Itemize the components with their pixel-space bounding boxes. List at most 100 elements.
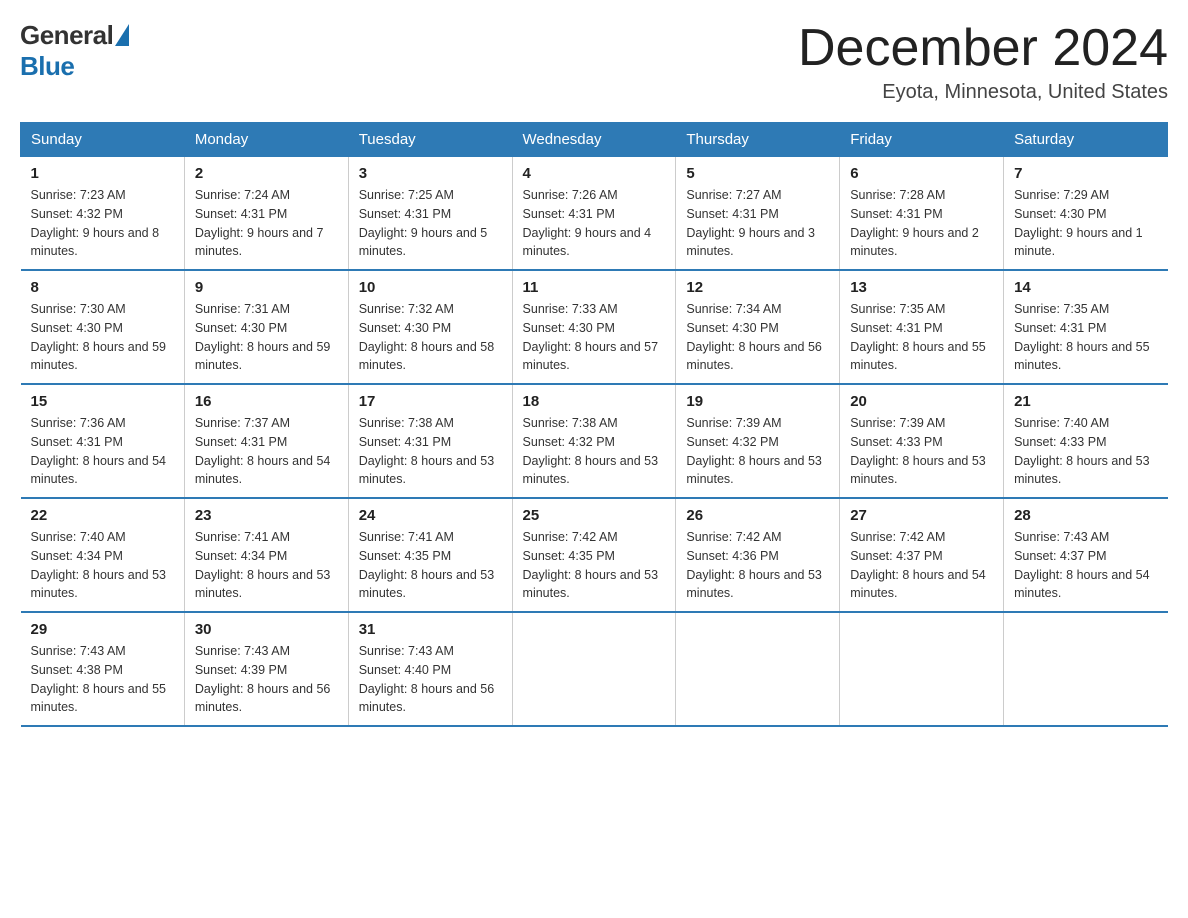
day-info: Sunrise: 7:43 AMSunset: 4:37 PMDaylight:… xyxy=(1014,530,1150,600)
calendar-cell: 20 Sunrise: 7:39 AMSunset: 4:33 PMDaylig… xyxy=(840,384,1004,498)
day-number: 7 xyxy=(1014,165,1157,182)
calendar-cell: 5 Sunrise: 7:27 AMSunset: 4:31 PMDayligh… xyxy=(676,157,840,271)
day-number: 26 xyxy=(686,507,829,524)
calendar-cell: 26 Sunrise: 7:42 AMSunset: 4:36 PMDaylig… xyxy=(676,498,840,612)
day-info: Sunrise: 7:38 AMSunset: 4:31 PMDaylight:… xyxy=(359,416,495,486)
day-number: 29 xyxy=(31,621,174,638)
day-info: Sunrise: 7:30 AMSunset: 4:30 PMDaylight:… xyxy=(31,302,167,372)
day-info: Sunrise: 7:41 AMSunset: 4:35 PMDaylight:… xyxy=(359,530,495,600)
calendar-cell: 11 Sunrise: 7:33 AMSunset: 4:30 PMDaylig… xyxy=(512,270,676,384)
page-header: General Blue December 2024 Eyota, Minnes… xyxy=(20,20,1168,104)
day-info: Sunrise: 7:42 AMSunset: 4:37 PMDaylight:… xyxy=(850,530,986,600)
calendar-cell: 15 Sunrise: 7:36 AMSunset: 4:31 PMDaylig… xyxy=(21,384,185,498)
day-number: 23 xyxy=(195,507,338,524)
day-info: Sunrise: 7:39 AMSunset: 4:33 PMDaylight:… xyxy=(850,416,986,486)
calendar-cell: 9 Sunrise: 7:31 AMSunset: 4:30 PMDayligh… xyxy=(184,270,348,384)
calendar-cell: 4 Sunrise: 7:26 AMSunset: 4:31 PMDayligh… xyxy=(512,157,676,271)
day-number: 2 xyxy=(195,165,338,182)
day-info: Sunrise: 7:40 AMSunset: 4:33 PMDaylight:… xyxy=(1014,416,1150,486)
day-number: 10 xyxy=(359,279,502,296)
logo: General Blue xyxy=(20,20,129,82)
calendar-cell: 19 Sunrise: 7:39 AMSunset: 4:32 PMDaylig… xyxy=(676,384,840,498)
day-info: Sunrise: 7:38 AMSunset: 4:32 PMDaylight:… xyxy=(523,416,659,486)
day-info: Sunrise: 7:23 AMSunset: 4:32 PMDaylight:… xyxy=(31,188,160,258)
calendar-cell: 16 Sunrise: 7:37 AMSunset: 4:31 PMDaylig… xyxy=(184,384,348,498)
day-info: Sunrise: 7:42 AMSunset: 4:35 PMDaylight:… xyxy=(523,530,659,600)
day-info: Sunrise: 7:26 AMSunset: 4:31 PMDaylight:… xyxy=(523,188,652,258)
day-number: 22 xyxy=(31,507,174,524)
day-info: Sunrise: 7:31 AMSunset: 4:30 PMDaylight:… xyxy=(195,302,331,372)
day-info: Sunrise: 7:29 AMSunset: 4:30 PMDaylight:… xyxy=(1014,188,1143,258)
day-number: 18 xyxy=(523,393,666,410)
day-number: 5 xyxy=(686,165,829,182)
day-number: 25 xyxy=(523,507,666,524)
logo-general: General xyxy=(20,20,113,51)
calendar-cell: 25 Sunrise: 7:42 AMSunset: 4:35 PMDaylig… xyxy=(512,498,676,612)
calendar-cell xyxy=(512,612,676,726)
day-number: 12 xyxy=(686,279,829,296)
calendar-cell: 17 Sunrise: 7:38 AMSunset: 4:31 PMDaylig… xyxy=(348,384,512,498)
calendar-cell: 1 Sunrise: 7:23 AMSunset: 4:32 PMDayligh… xyxy=(21,157,185,271)
day-info: Sunrise: 7:42 AMSunset: 4:36 PMDaylight:… xyxy=(686,530,822,600)
day-number: 8 xyxy=(31,279,174,296)
header-wednesday: Wednesday xyxy=(512,123,676,157)
day-info: Sunrise: 7:43 AMSunset: 4:40 PMDaylight:… xyxy=(359,644,495,714)
header-row: Sunday Monday Tuesday Wednesday Thursday… xyxy=(21,123,1168,157)
day-info: Sunrise: 7:28 AMSunset: 4:31 PMDaylight:… xyxy=(850,188,979,258)
calendar-cell: 8 Sunrise: 7:30 AMSunset: 4:30 PMDayligh… xyxy=(21,270,185,384)
day-number: 15 xyxy=(31,393,174,410)
calendar-table: Sunday Monday Tuesday Wednesday Thursday… xyxy=(20,122,1168,727)
calendar-week-row: 8 Sunrise: 7:30 AMSunset: 4:30 PMDayligh… xyxy=(21,270,1168,384)
logo-blue: Blue xyxy=(20,51,74,82)
calendar-title: December 2024 xyxy=(798,20,1168,77)
logo-triangle-icon xyxy=(115,24,129,46)
calendar-cell: 10 Sunrise: 7:32 AMSunset: 4:30 PMDaylig… xyxy=(348,270,512,384)
day-number: 11 xyxy=(523,279,666,296)
calendar-cell xyxy=(676,612,840,726)
day-number: 9 xyxy=(195,279,338,296)
header-sunday: Sunday xyxy=(21,123,185,157)
calendar-cell: 28 Sunrise: 7:43 AMSunset: 4:37 PMDaylig… xyxy=(1004,498,1168,612)
day-info: Sunrise: 7:34 AMSunset: 4:30 PMDaylight:… xyxy=(686,302,822,372)
calendar-cell xyxy=(840,612,1004,726)
calendar-cell: 3 Sunrise: 7:25 AMSunset: 4:31 PMDayligh… xyxy=(348,157,512,271)
day-number: 13 xyxy=(850,279,993,296)
calendar-cell: 2 Sunrise: 7:24 AMSunset: 4:31 PMDayligh… xyxy=(184,157,348,271)
header-monday: Monday xyxy=(184,123,348,157)
calendar-cell: 22 Sunrise: 7:40 AMSunset: 4:34 PMDaylig… xyxy=(21,498,185,612)
calendar-cell: 18 Sunrise: 7:38 AMSunset: 4:32 PMDaylig… xyxy=(512,384,676,498)
day-number: 21 xyxy=(1014,393,1157,410)
calendar-cell xyxy=(1004,612,1168,726)
header-tuesday: Tuesday xyxy=(348,123,512,157)
calendar-cell: 12 Sunrise: 7:34 AMSunset: 4:30 PMDaylig… xyxy=(676,270,840,384)
day-number: 16 xyxy=(195,393,338,410)
calendar-cell: 6 Sunrise: 7:28 AMSunset: 4:31 PMDayligh… xyxy=(840,157,1004,271)
calendar-cell: 29 Sunrise: 7:43 AMSunset: 4:38 PMDaylig… xyxy=(21,612,185,726)
calendar-cell: 14 Sunrise: 7:35 AMSunset: 4:31 PMDaylig… xyxy=(1004,270,1168,384)
calendar-cell: 23 Sunrise: 7:41 AMSunset: 4:34 PMDaylig… xyxy=(184,498,348,612)
calendar-cell: 21 Sunrise: 7:40 AMSunset: 4:33 PMDaylig… xyxy=(1004,384,1168,498)
day-number: 1 xyxy=(31,165,174,182)
calendar-week-row: 29 Sunrise: 7:43 AMSunset: 4:38 PMDaylig… xyxy=(21,612,1168,726)
day-number: 24 xyxy=(359,507,502,524)
day-number: 3 xyxy=(359,165,502,182)
day-info: Sunrise: 7:24 AMSunset: 4:31 PMDaylight:… xyxy=(195,188,324,258)
calendar-week-row: 1 Sunrise: 7:23 AMSunset: 4:32 PMDayligh… xyxy=(21,157,1168,271)
day-info: Sunrise: 7:27 AMSunset: 4:31 PMDaylight:… xyxy=(686,188,815,258)
day-info: Sunrise: 7:32 AMSunset: 4:30 PMDaylight:… xyxy=(359,302,495,372)
day-number: 27 xyxy=(850,507,993,524)
calendar-week-row: 22 Sunrise: 7:40 AMSunset: 4:34 PMDaylig… xyxy=(21,498,1168,612)
day-number: 19 xyxy=(686,393,829,410)
header-friday: Friday xyxy=(840,123,1004,157)
day-number: 20 xyxy=(850,393,993,410)
day-number: 28 xyxy=(1014,507,1157,524)
day-info: Sunrise: 7:33 AMSunset: 4:30 PMDaylight:… xyxy=(523,302,659,372)
calendar-cell: 7 Sunrise: 7:29 AMSunset: 4:30 PMDayligh… xyxy=(1004,157,1168,271)
day-info: Sunrise: 7:36 AMSunset: 4:31 PMDaylight:… xyxy=(31,416,167,486)
calendar-subtitle: Eyota, Minnesota, United States xyxy=(798,81,1168,104)
day-info: Sunrise: 7:25 AMSunset: 4:31 PMDaylight:… xyxy=(359,188,488,258)
day-info: Sunrise: 7:43 AMSunset: 4:39 PMDaylight:… xyxy=(195,644,331,714)
day-info: Sunrise: 7:41 AMSunset: 4:34 PMDaylight:… xyxy=(195,530,331,600)
calendar-week-row: 15 Sunrise: 7:36 AMSunset: 4:31 PMDaylig… xyxy=(21,384,1168,498)
day-number: 31 xyxy=(359,621,502,638)
